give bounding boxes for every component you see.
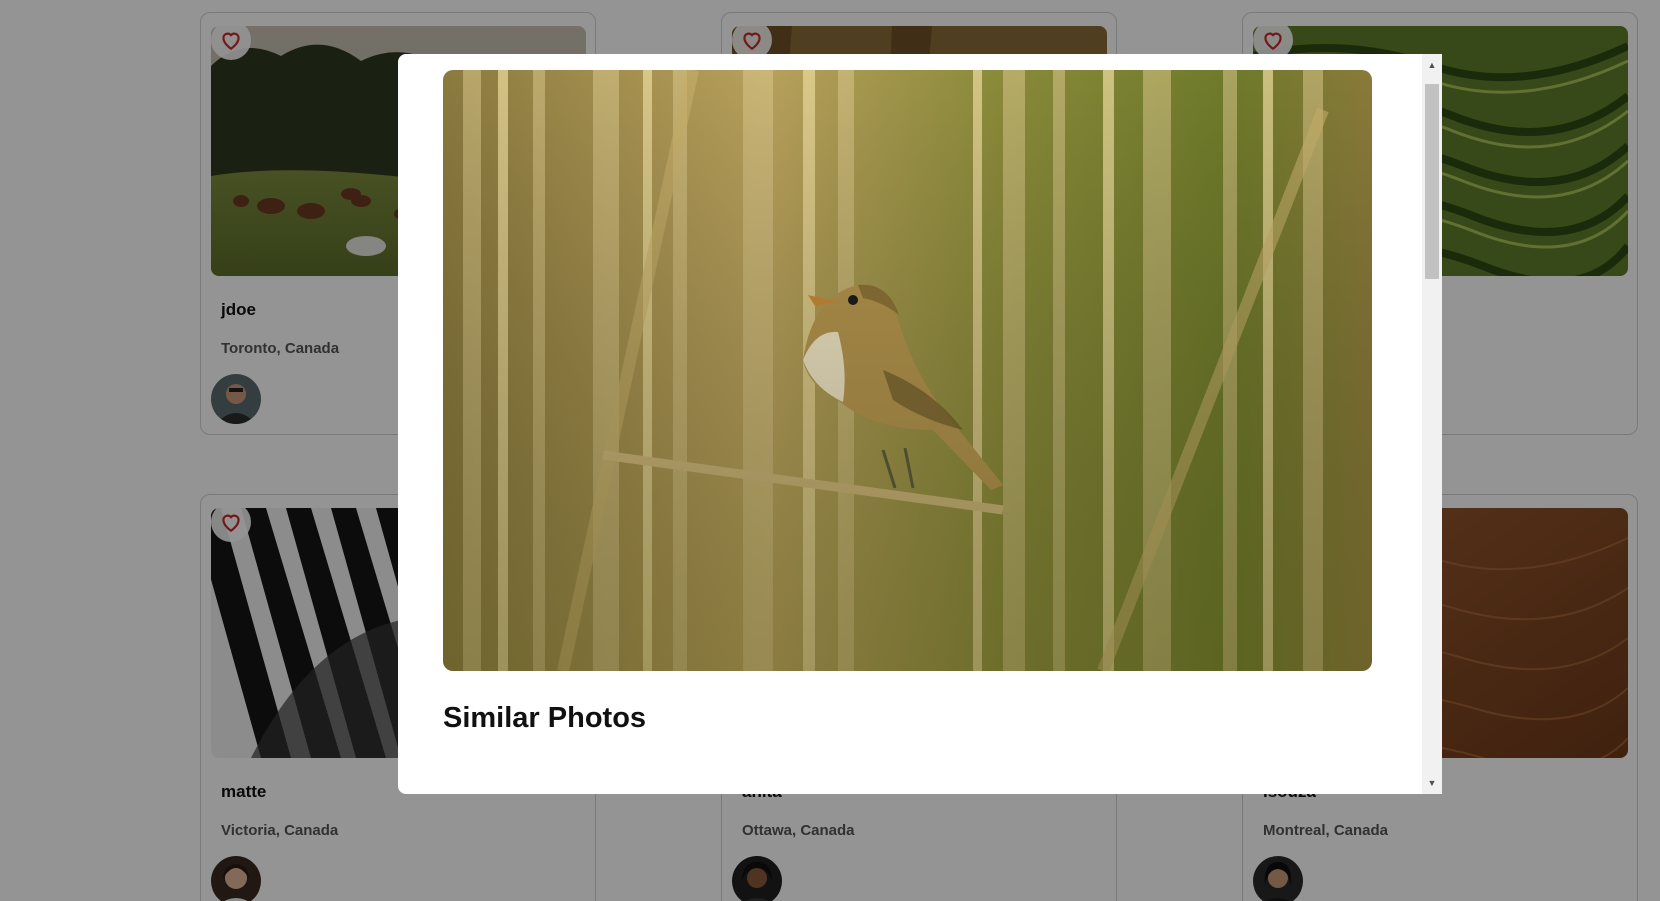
modal-photo-bird-in-reeds	[443, 70, 1372, 671]
modal-scrollbar[interactable]: ▲ ▼	[1422, 54, 1442, 794]
similar-photos-heading: Similar Photos	[443, 702, 647, 734]
scroll-thumb[interactable]	[1425, 84, 1439, 279]
photo-detail-modal: Similar Photos ▲ ▼	[398, 54, 1442, 794]
scroll-up-icon[interactable]: ▲	[1422, 54, 1442, 76]
scroll-down-icon[interactable]: ▼	[1422, 772, 1442, 794]
photo-gallery-page: jdoe Toronto, Canada matte Victoria, Can…	[0, 0, 1660, 901]
